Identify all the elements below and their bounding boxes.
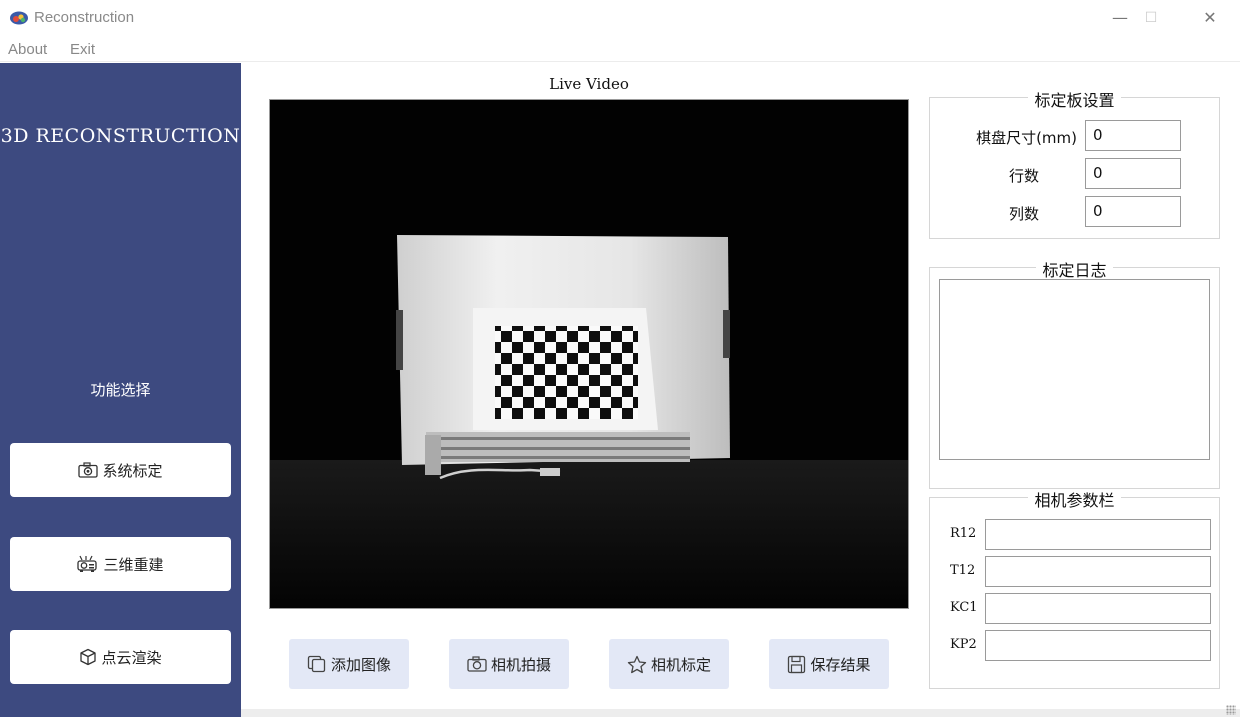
kp2-input[interactable]	[985, 630, 1211, 661]
camera-capture-button[interactable]: 相机拍摄	[449, 639, 569, 689]
t12-input[interactable]	[985, 556, 1211, 587]
resize-grip-icon[interactable]	[1226, 705, 1236, 715]
camera-params-title: 相机参数栏	[1028, 491, 1121, 510]
r12-input[interactable]	[985, 519, 1211, 550]
kp2-label: KP2	[950, 637, 977, 652]
add-image-label: 添加图像	[330, 655, 391, 674]
camera-calibration-button[interactable]: 相机标定	[609, 639, 729, 689]
save-results-label: 保存结果	[810, 655, 871, 674]
camera-frame-image	[270, 100, 908, 608]
maximize-button[interactable]: ☐	[1136, 6, 1166, 30]
camera-calibration-label: 相机标定	[650, 655, 711, 674]
menu-about[interactable]: About	[8, 41, 47, 58]
system-calibration-button[interactable]: 系统标定	[10, 443, 231, 497]
kc1-label: KC1	[950, 600, 978, 615]
r12-label: R12	[950, 526, 977, 541]
sidebar-title: 3D RECONSTRUCTION	[0, 125, 241, 147]
live-video-frame	[269, 99, 909, 609]
t12-label: T12	[950, 563, 976, 578]
rows-label: 行数	[1008, 167, 1039, 185]
menu-bar: About Exit	[0, 38, 1240, 62]
title-bar: Reconstruction — ☐ ✕	[0, 0, 1240, 36]
cube-icon	[80, 648, 97, 666]
sidebar: 3D RECONSTRUCTION 功能选择 系统标定 三维重建 点云渲染	[0, 63, 241, 717]
columns-input[interactable]: 0	[1085, 196, 1181, 227]
menu-exit[interactable]: Exit	[70, 41, 95, 58]
point-cloud-render-label: 点云渲染	[101, 648, 162, 667]
add-image-button[interactable]: 添加图像	[289, 639, 409, 689]
board-settings-title: 标定板设置	[1028, 91, 1121, 110]
save-results-button[interactable]: 保存结果	[769, 639, 889, 689]
window-title: Reconstruction	[34, 9, 135, 26]
kc1-input[interactable]	[985, 593, 1211, 624]
star-icon	[627, 655, 647, 673]
add-image-icon	[307, 655, 326, 673]
system-calibration-label: 系统标定	[102, 461, 163, 480]
camera-params-group: 相机参数栏 R12 T12 KC1 KP2	[929, 491, 1220, 689]
camera-icon	[467, 656, 487, 672]
board-settings-group: 标定板设置 棋盘尺寸(mm) 0 行数 0 列数 0	[929, 91, 1220, 239]
projector-icon	[77, 555, 98, 572]
live-video-label: Live Video	[549, 75, 629, 93]
minimize-button[interactable]: —	[1105, 6, 1135, 30]
camera-capture-label: 相机拍摄	[490, 655, 551, 674]
board-size-input[interactable]: 0	[1085, 120, 1181, 151]
calibration-log-title: 标定日志	[1036, 261, 1113, 280]
board-size-label: 棋盘尺寸(mm)	[976, 129, 1077, 147]
point-cloud-render-button[interactable]: 点云渲染	[10, 630, 231, 684]
function-select-label: 功能选择	[90, 381, 151, 399]
calibration-log-group: 标定日志	[929, 261, 1220, 489]
3d-reconstruction-button[interactable]: 三维重建	[10, 537, 231, 591]
save-icon	[788, 655, 806, 673]
rows-input[interactable]: 0	[1085, 158, 1181, 189]
status-strip	[241, 705, 1240, 717]
calibration-log-textarea[interactable]	[939, 279, 1210, 460]
close-button[interactable]: ✕	[1195, 6, 1225, 30]
app-logo-icon	[10, 11, 28, 25]
3d-reconstruction-label: 三维重建	[103, 555, 164, 574]
columns-label: 列数	[1008, 205, 1039, 223]
camera-icon	[78, 462, 99, 478]
main-panel: Live Video 添加图像 相机拍摄 相机标定 保存结果 标定板设置 棋盘尺…	[241, 63, 1240, 717]
